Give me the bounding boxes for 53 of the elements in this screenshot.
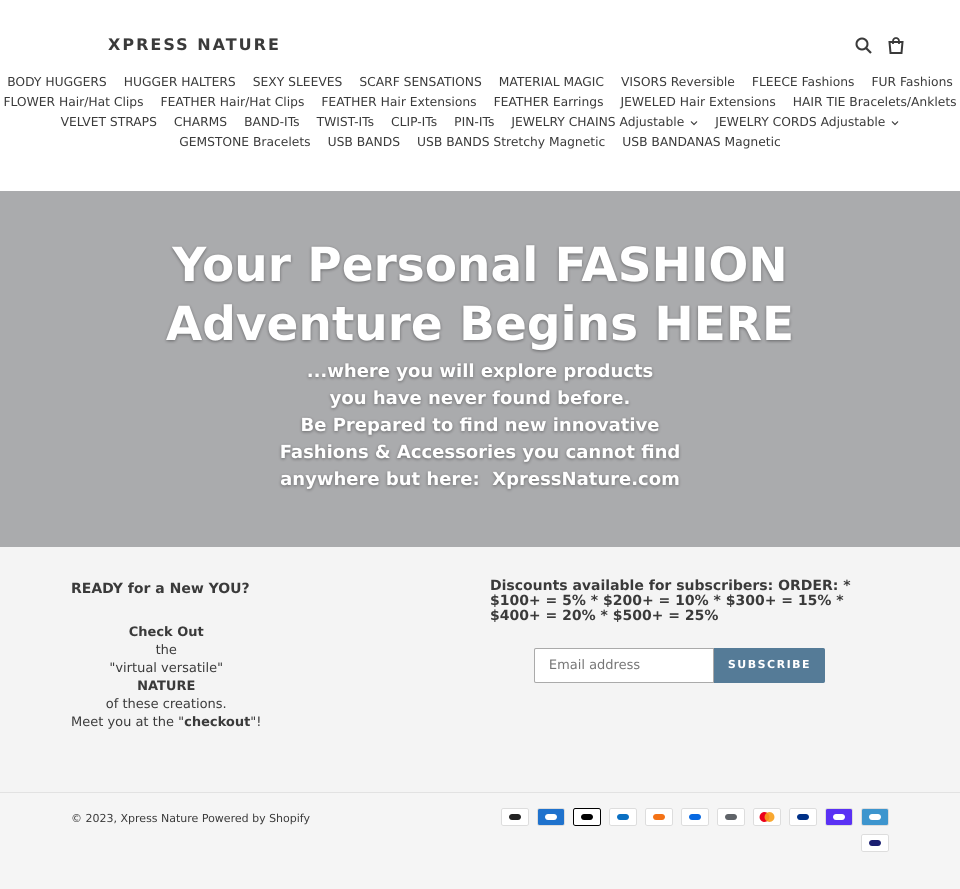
- nav-link[interactable]: VISORS Reversible: [621, 72, 735, 92]
- nav-link[interactable]: JEWELRY CHAINS Adjustable: [511, 112, 698, 132]
- nav-link[interactable]: FEATHER Earrings: [494, 92, 604, 112]
- nav-link[interactable]: BAND-ITs: [244, 112, 300, 132]
- nav-link[interactable]: USB BANDS Stretchy Magnetic: [417, 132, 606, 152]
- payment-card-icon: [789, 808, 817, 826]
- payment-card-icon: [717, 808, 745, 826]
- powered-by-link[interactable]: Powered by Shopify: [202, 812, 310, 825]
- copyright-text: © 2023,: [71, 812, 117, 825]
- store-logo[interactable]: XPRESS NATURE: [108, 33, 281, 57]
- nav-link[interactable]: FLOWER Hair/Hat Clips: [3, 92, 144, 112]
- caret-icon: [891, 120, 900, 126]
- payment-card-icon: [753, 808, 781, 826]
- nav-link[interactable]: FUR Fashions: [871, 72, 953, 92]
- payment-card-icon: [537, 808, 565, 826]
- nav-link[interactable]: FEATHER Hair Extensions: [321, 92, 477, 112]
- cart-icon[interactable]: [888, 36, 904, 54]
- payment-card-icon: [573, 808, 601, 826]
- nav-link[interactable]: BODY HUGGERS: [7, 72, 107, 92]
- hero-subtitle: ...where you will explore products you have never found before. Be Prepared to find new innovative Fashions & Accessories you cannot find anywhere but here: XpressNature.com: [280, 360, 680, 492]
- nav-link[interactable]: CHARMS: [174, 112, 228, 132]
- payment-card-icon: [861, 808, 889, 826]
- payment-card-icon: [681, 808, 709, 826]
- footer-text: Check Out the "virtual versatile" NATURE of these creations. Meet you at the "checkout"!: [71, 624, 262, 732]
- nav-link[interactable]: SEXY SLEEVES: [252, 72, 342, 92]
- store-link[interactable]: Xpress Nature: [120, 812, 198, 825]
- nav-link[interactable]: USB BANDANAS Magnetic: [622, 132, 781, 152]
- payment-card-icon: [501, 808, 529, 826]
- payment-card-icon: [609, 808, 637, 826]
- footer-heading: READY for a New YOU?: [71, 580, 251, 599]
- payment-card-icon: [825, 808, 853, 826]
- nav-link[interactable]: FLEECE Fashions: [752, 72, 854, 92]
- nav-link[interactable]: CLIP-ITs: [391, 112, 438, 132]
- caret-icon: [690, 120, 698, 126]
- nav-link[interactable]: USB BANDS: [328, 132, 400, 152]
- nav-link[interactable]: HAIR TIE Bracelets/Anklets: [792, 92, 957, 112]
- nav-link[interactable]: GEMSTONE Bracelets: [179, 132, 311, 152]
- nav-link[interactable]: PIN-ITs: [454, 112, 494, 132]
- nav-link[interactable]: MATERIAL MAGIC: [498, 72, 604, 92]
- nav-link[interactable]: FEATHER Hair/Hat Clips: [160, 92, 304, 112]
- nav-link[interactable]: TWIST-ITs: [316, 112, 374, 132]
- nav-link[interactable]: VELVET STRAPS: [60, 112, 157, 132]
- nav-link[interactable]: SCARF SENSATIONS: [359, 72, 482, 92]
- hero-title: Your Personal FASHION Adventure Begins HERE: [164, 236, 796, 354]
- newsletter-heading: Discounts available for subscribers: ORDER: * $100+ = 5% * $200+ = 10% * $300+ = 15% * $400+ = 20% * $500+ = 25%: [490, 579, 852, 624]
- payment-card-icon: [645, 808, 673, 826]
- subscribe-button[interactable]: SUBSCRIBE: [714, 648, 826, 683]
- email-field[interactable]: Email address: [534, 648, 714, 683]
- payment-card-icon: [861, 834, 889, 852]
- nav-link[interactable]: HUGGER HALTERS: [124, 72, 236, 92]
- nav-link[interactable]: JEWELRY CORDS Adjustable: [715, 112, 900, 132]
- nav-link[interactable]: JEWELED Hair Extensions: [620, 92, 776, 112]
- search-icon[interactable]: [855, 36, 872, 54]
